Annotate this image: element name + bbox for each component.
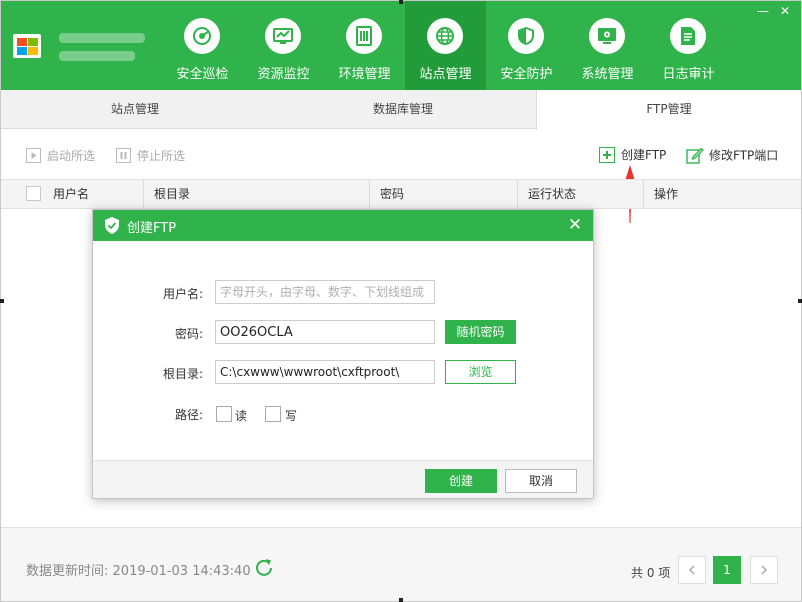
nav-label: 资源监控 (257, 67, 310, 82)
dialog-close-icon[interactable]: ✕ (567, 217, 583, 234)
column-actions: 操作 (643, 180, 801, 208)
nav-label: 站点管理 (419, 67, 472, 82)
shield-check-icon (105, 217, 119, 234)
monitor-chart-icon (265, 18, 301, 54)
document-icon (670, 18, 706, 54)
column-run-status: 运行状态 (517, 180, 643, 208)
update-time-value: 2019-01-03 14:43:40 (112, 564, 251, 579)
refresh-icon[interactable] (255, 558, 273, 576)
start-selected-button[interactable]: 启动所选 (26, 147, 95, 163)
username-input[interactable] (215, 280, 435, 304)
plus-icon (599, 146, 615, 163)
nav-log-audit[interactable]: 日志审计 (648, 1, 729, 90)
modify-ftp-port-label: 修改FTP端口 (709, 148, 779, 163)
column-password: 密码 (369, 180, 517, 208)
nav-environment[interactable]: 环境管理 (324, 1, 405, 90)
table-header: 用户名 根目录 密码 运行状态 操作 (1, 179, 801, 209)
cancel-button[interactable]: 取消 (505, 469, 577, 493)
dialog-footer: 创建 取消 (93, 460, 593, 498)
write-checkbox[interactable] (265, 406, 281, 422)
close-window-button[interactable]: ✕ (777, 3, 793, 19)
random-password-button[interactable]: 随机密码 (445, 320, 516, 344)
nav-security-protection[interactable]: 安全防护 (486, 1, 567, 90)
password-label: 密码: (174, 327, 203, 341)
chevron-left-icon (688, 565, 695, 575)
start-selected-label: 启动所选 (47, 149, 96, 163)
resize-handle (399, 598, 403, 602)
modify-ftp-port-button[interactable]: 修改FTP端口 (686, 146, 778, 164)
create-ftp-button[interactable]: 创建FTP (599, 146, 666, 164)
windows-logo-icon (13, 34, 41, 58)
nav-system-management[interactable]: 系统管理 (567, 1, 648, 90)
minimize-button[interactable]: — (755, 3, 771, 19)
dialog-header: 创建FTP ✕ (93, 210, 593, 241)
password-input[interactable] (215, 320, 435, 344)
update-time-label: 数据更新时间: (26, 564, 109, 579)
chevron-right-icon (761, 565, 768, 575)
tab-site-management[interactable]: 站点管理 (1, 90, 269, 129)
radar-icon (184, 18, 220, 54)
resize-handle (798, 299, 802, 303)
top-header: 安全巡检 资源监控 环境管理 站点管理 安全防护 系统管理 日志审计 — ✕ (1, 1, 801, 90)
globe-icon (427, 18, 463, 54)
nav-label: 安全防护 (500, 67, 553, 82)
server-icon (346, 18, 382, 54)
blurred-server-info (59, 33, 145, 43)
read-label: 读 (235, 409, 248, 423)
browse-button[interactable]: 浏览 (445, 360, 516, 384)
root-directory-input[interactable] (215, 360, 435, 384)
stop-selected-label: 停止所选 (137, 149, 186, 163)
root-directory-label: 根目录: (162, 367, 203, 381)
nav-resource-monitor[interactable]: 资源监控 (243, 1, 324, 90)
nav-site-management[interactable]: 站点管理 (405, 1, 486, 90)
read-checkbox[interactable] (216, 406, 232, 422)
select-all-checkbox[interactable] (26, 186, 41, 201)
column-root-directory: 根目录 (143, 180, 369, 208)
tab-database-management[interactable]: 数据库管理 (269, 90, 537, 129)
dialog-title: 创建FTP (127, 221, 177, 236)
column-username: 用户名 (53, 187, 90, 201)
nav-security-inspection[interactable]: 安全巡检 (162, 1, 243, 90)
nav-label: 日志审计 (662, 67, 715, 82)
next-page-button[interactable] (750, 556, 778, 584)
stop-selected-button[interactable]: 停止所选 (116, 147, 185, 163)
current-page-button[interactable]: 1 (713, 556, 741, 584)
username-label: 用户名: (162, 287, 203, 301)
create-button[interactable]: 创建 (425, 469, 497, 493)
play-icon (26, 148, 41, 163)
pause-icon (116, 148, 131, 163)
nav-label: 系统管理 (581, 67, 634, 82)
path-label: 路径: (174, 408, 203, 422)
create-ftp-dialog: 创建FTP ✕ 用户名: 密码: 随机密码 根目录: 浏览 路径: 读 写 创建… (92, 209, 594, 499)
blurred-server-info (59, 51, 135, 61)
create-ftp-label: 创建FTP (621, 148, 667, 162)
write-label: 写 (285, 409, 298, 423)
tab-ftp-management[interactable]: FTP管理 (536, 90, 801, 130)
shield-icon (508, 18, 544, 54)
sub-tabs: 站点管理 数据库管理 FTP管理 (1, 90, 801, 130)
resize-handle (0, 299, 4, 303)
total-count: 共 0 项 (631, 566, 671, 580)
nav-label: 安全巡检 (176, 67, 229, 82)
prev-page-button[interactable] (678, 556, 706, 584)
nav-label: 环境管理 (338, 67, 391, 82)
edit-icon (686, 147, 704, 164)
status-footer: 数据更新时间: 2019-01-03 14:43:40 共 0 项 1 (1, 527, 801, 601)
system-monitor-icon (589, 18, 625, 54)
resize-handle (399, 0, 403, 4)
app-window: 安全巡检 资源监控 环境管理 站点管理 安全防护 系统管理 日志审计 — ✕ 站… (0, 0, 802, 602)
update-time-text: 数据更新时间: 2019-01-03 14:43:40 (26, 560, 251, 579)
